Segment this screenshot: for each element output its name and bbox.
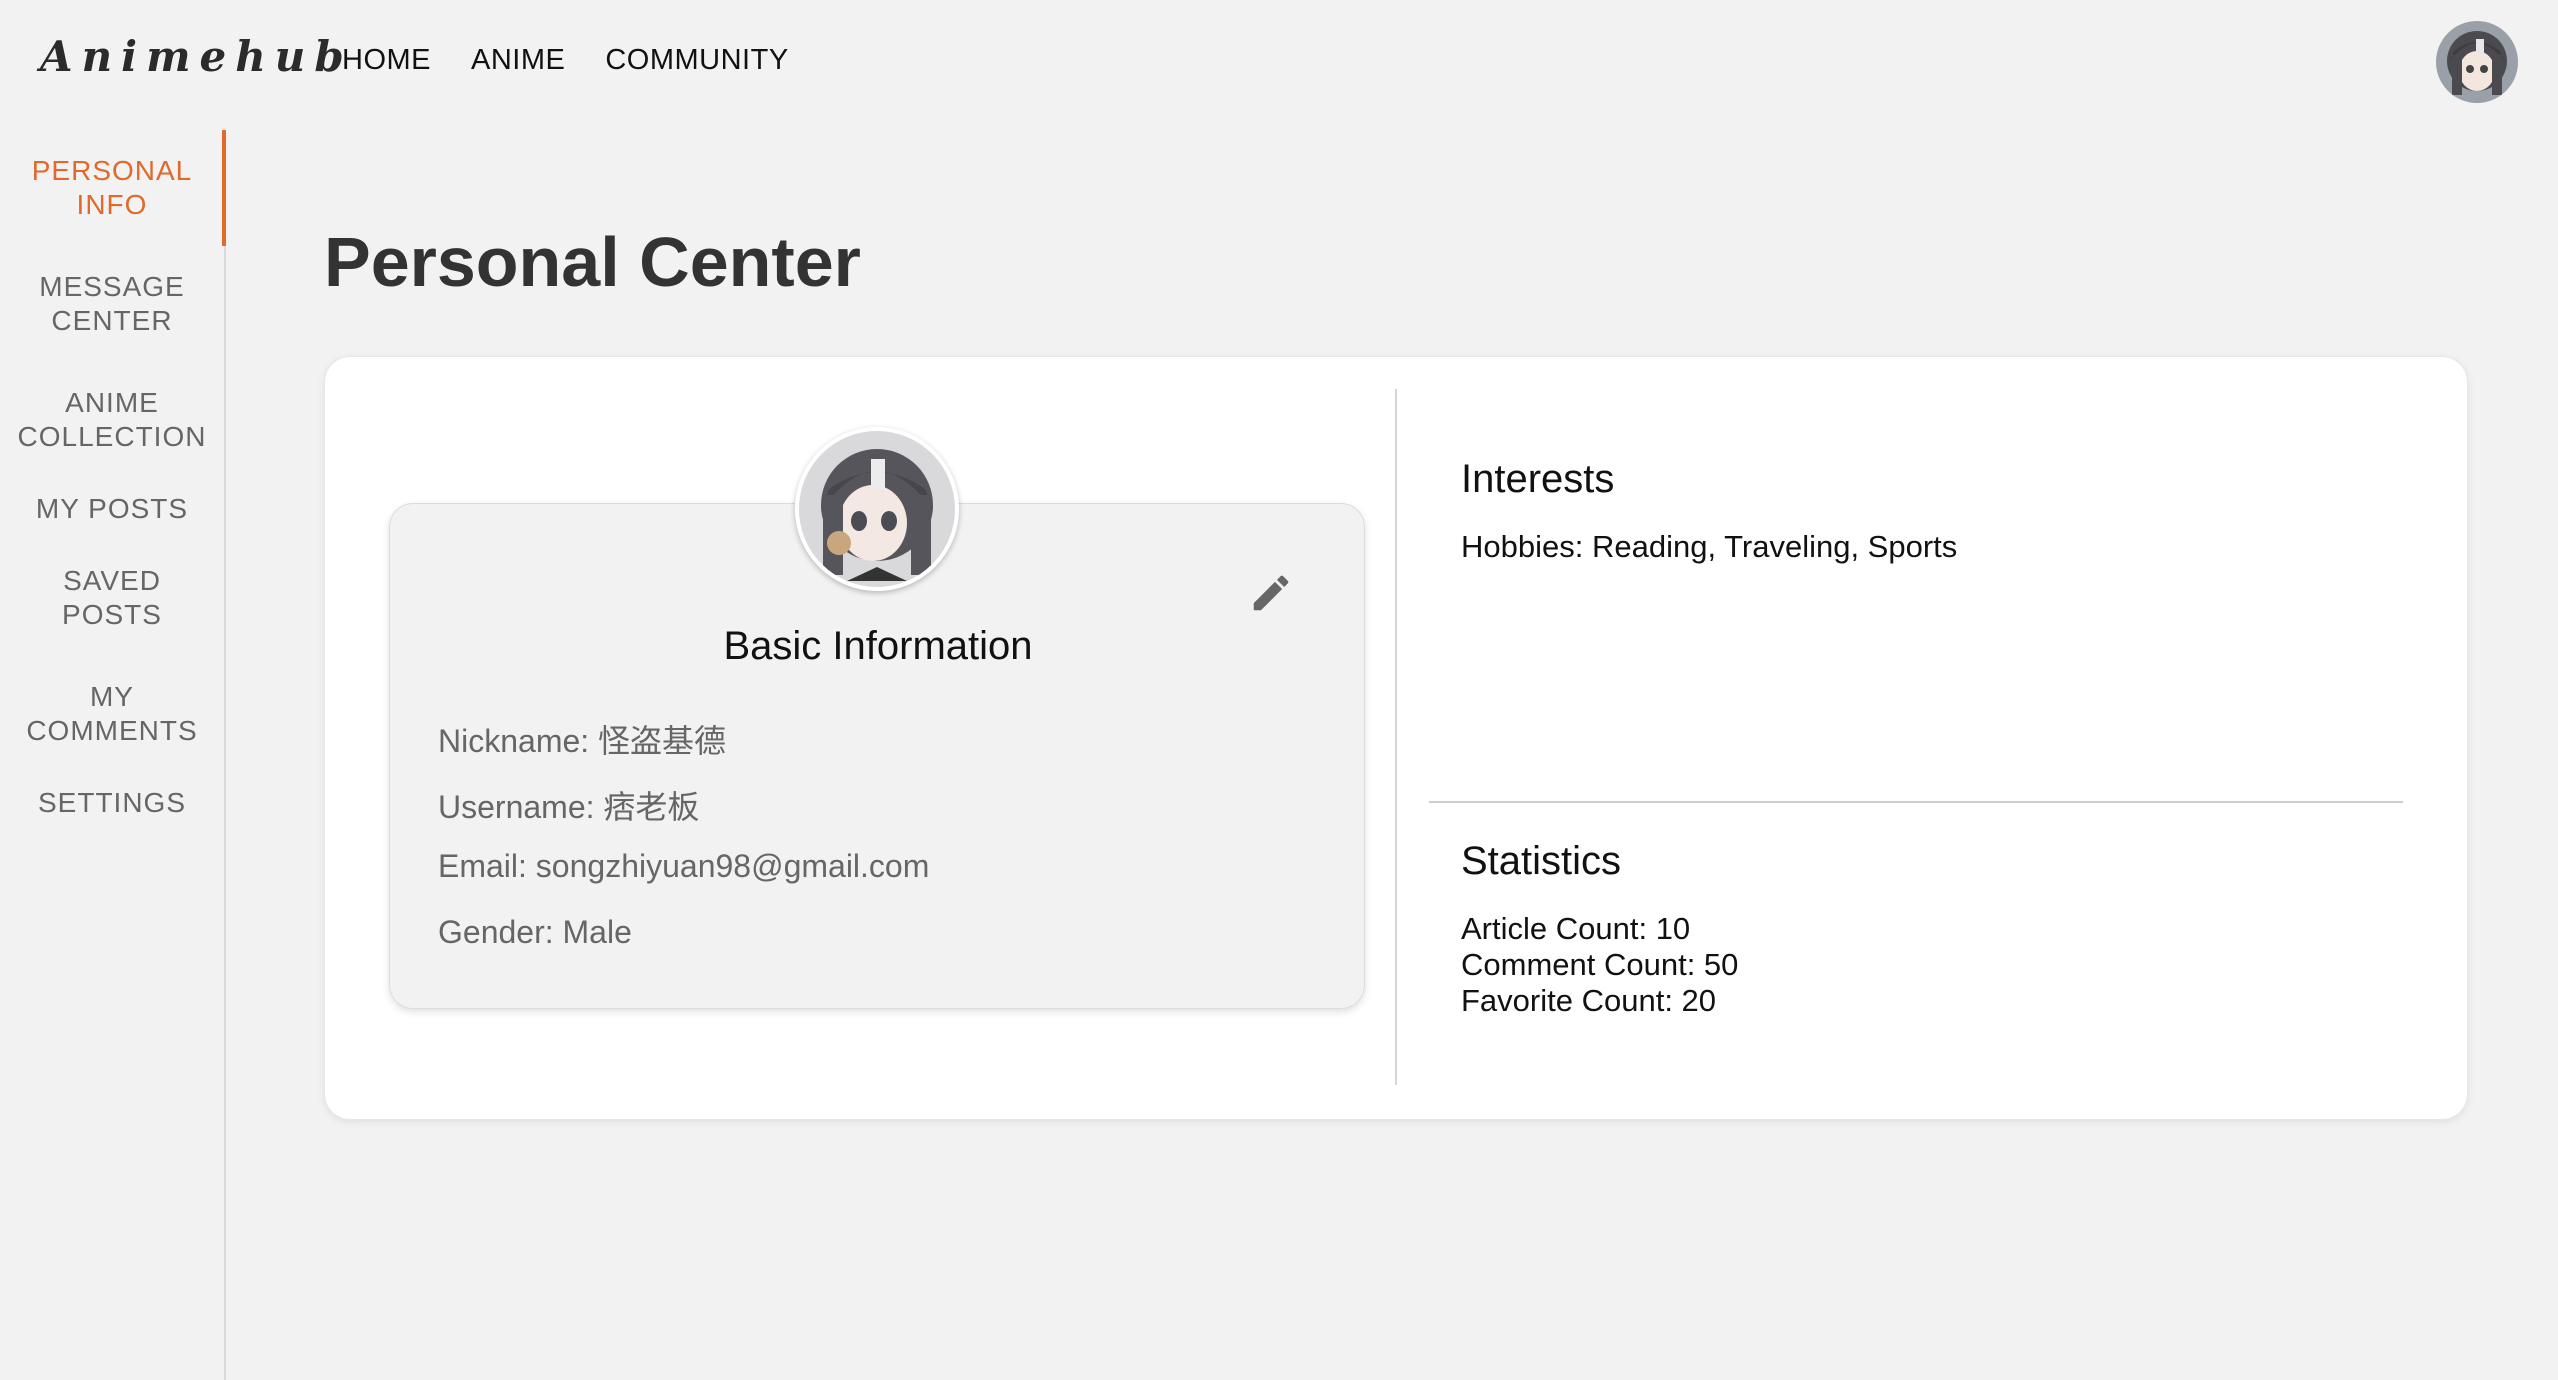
basic-info-title: Basic Information bbox=[723, 624, 1033, 668]
horizontal-divider bbox=[1429, 801, 2403, 803]
sidebar-item-settings[interactable]: SETTINGS bbox=[0, 772, 224, 834]
article-count: Article Count: 10 bbox=[1461, 911, 1691, 946]
vertical-divider bbox=[1395, 389, 1397, 1085]
favorite-count: Favorite Count: 20 bbox=[1461, 983, 1717, 1018]
avatar-image bbox=[2436, 21, 2518, 103]
personal-center-card: Basic Information Nickname: 怪盗基德 Usernam… bbox=[324, 356, 2468, 1120]
pencil-icon[interactable] bbox=[1248, 570, 1294, 616]
nav-anime-link[interactable]: ANIME bbox=[471, 44, 565, 77]
email-field: Email: songzhiyuan98@gmail.com bbox=[438, 848, 930, 884]
main-nav: HOME ANIME COMMUNITY bbox=[342, 44, 789, 77]
sidebar-item-message-center[interactable]: MESSAGE CENTER bbox=[0, 246, 224, 362]
nav-community-link[interactable]: COMMUNITY bbox=[605, 44, 788, 77]
comment-count: Comment Count: 50 bbox=[1461, 947, 1739, 982]
sidebar-item-saved-posts[interactable]: SAVED POSTS bbox=[0, 540, 224, 656]
sidebar-item-anime-collection[interactable]: ANIME COLLECTION bbox=[0, 362, 224, 478]
user-avatar[interactable] bbox=[2436, 21, 2518, 103]
sidebar-item-my-comments[interactable]: MY COMMENTS bbox=[0, 656, 224, 772]
profile-avatar[interactable] bbox=[795, 427, 959, 591]
page-title: Personal Center bbox=[324, 223, 861, 301]
interests-title: Interests bbox=[1461, 457, 1615, 501]
username-field: Username: 痞老板 bbox=[438, 789, 700, 825]
sidebar-item-my-posts[interactable]: MY POSTS bbox=[0, 478, 224, 540]
top-navigation-bar: Animehub HOME ANIME COMMUNITY bbox=[0, 0, 2558, 126]
nav-home-link[interactable]: HOME bbox=[342, 44, 431, 77]
avatar-image bbox=[799, 431, 955, 587]
statistics-title: Statistics bbox=[1461, 839, 1622, 883]
nickname-field: Nickname: 怪盗基德 bbox=[438, 723, 727, 759]
app-logo[interactable]: Animehub bbox=[40, 32, 353, 81]
sidebar: PERSONAL INFO MESSAGE CENTER ANIME COLLE… bbox=[0, 130, 226, 1380]
hobbies-text: Hobbies: Reading, Traveling, Sports bbox=[1461, 529, 1958, 564]
sidebar-item-personal-info[interactable]: PERSONAL INFO bbox=[0, 130, 226, 246]
gender-field: Gender: Male bbox=[438, 914, 632, 950]
